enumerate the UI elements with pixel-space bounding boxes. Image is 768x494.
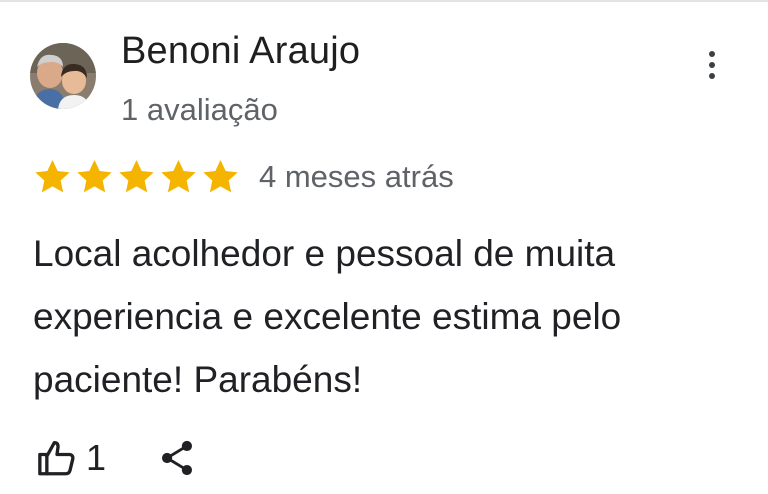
more-options-button[interactable] — [694, 44, 730, 86]
share-icon — [160, 439, 194, 477]
more-vert-icon-dot — [709, 73, 715, 79]
review-count: 1 avaliação — [121, 92, 278, 127]
like-count: 1 — [86, 437, 107, 478]
star-icon — [32, 157, 73, 197]
star-icon — [200, 157, 241, 197]
reviewer-name[interactable]: Benoni Araujo — [121, 29, 360, 73]
star-icon — [116, 157, 157, 197]
top-divider — [0, 0, 768, 2]
review-actions: 1 — [36, 436, 194, 480]
review-date: 4 meses atrás — [259, 159, 454, 194]
share-button[interactable] — [160, 439, 194, 477]
review-text: Local acolhedor e pessoal de muita exper… — [33, 233, 622, 400]
thumb-up-icon — [36, 437, 78, 479]
avatar-photo — [30, 43, 96, 109]
like-button[interactable]: 1 — [36, 436, 106, 480]
star-icon — [74, 157, 115, 197]
star-rating — [32, 157, 241, 197]
rating-row: 4 meses atrás — [32, 156, 454, 198]
star-icon — [158, 157, 199, 197]
avatar[interactable] — [30, 43, 96, 109]
more-vert-icon-dot — [709, 62, 715, 68]
more-vert-icon — [709, 51, 715, 57]
